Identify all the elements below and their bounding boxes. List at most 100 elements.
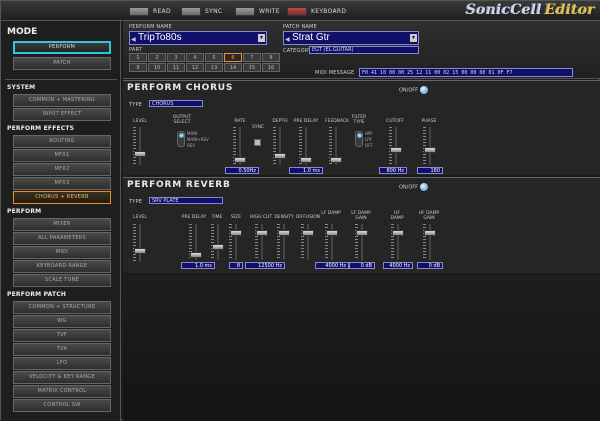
fader-handle[interactable] bbox=[424, 230, 436, 236]
reverb-size-fader[interactable] bbox=[229, 224, 243, 260]
reverb-highcut-value[interactable]: 12500 Hz bbox=[245, 262, 285, 269]
part-button[interactable]: 9 bbox=[129, 63, 147, 72]
chorus-level-fader[interactable] bbox=[133, 127, 147, 165]
routing-button[interactable]: ROUTING bbox=[13, 135, 111, 148]
part-button[interactable]: 12 bbox=[186, 63, 204, 72]
fader-handle[interactable] bbox=[234, 157, 246, 163]
chorus-output-switch[interactable] bbox=[177, 131, 185, 147]
fader-handle[interactable] bbox=[134, 151, 146, 157]
part-button[interactable]: 5 bbox=[205, 53, 223, 62]
fader-handle[interactable] bbox=[424, 147, 436, 153]
chorus-phase-value[interactable]: 180 bbox=[417, 167, 443, 174]
all-parameters-button[interactable]: ALL PARAMETERS bbox=[13, 232, 111, 245]
chorus-cutoff-fader[interactable] bbox=[389, 127, 403, 165]
fader-handle[interactable] bbox=[256, 230, 268, 236]
common-structure-button[interactable]: COMMON + STRUCTURE bbox=[13, 301, 111, 314]
mfx2-button[interactable]: MFX2 bbox=[13, 163, 111, 176]
mode-perform-button[interactable]: PERFORM bbox=[13, 41, 111, 54]
reverb-onoff-toggle[interactable]: ON/OFF bbox=[399, 183, 429, 191]
chorus-rate-value[interactable]: 0.50Hz bbox=[225, 167, 259, 174]
read-button[interactable]: READ bbox=[129, 5, 171, 17]
part-button[interactable]: 16 bbox=[262, 63, 280, 72]
part-button[interactable]: 11 bbox=[167, 63, 185, 72]
reverb-hfdamp-value[interactable]: 4000 Hz bbox=[383, 262, 413, 269]
keyboard-range-button[interactable]: KEYBOARD RANGE bbox=[13, 260, 111, 273]
fader-handle[interactable] bbox=[356, 230, 368, 236]
patch-name-field[interactable]: ◀ Strat Gtr ▼ bbox=[283, 31, 419, 45]
part-button-selected[interactable]: 6 bbox=[224, 53, 242, 62]
chorus-feedback-fader[interactable] bbox=[329, 127, 343, 165]
keyboard-button[interactable]: KEYBOARD bbox=[287, 5, 346, 17]
tva-button[interactable]: TVA bbox=[13, 343, 111, 356]
fader-handle[interactable] bbox=[330, 157, 342, 163]
mode-patch-button[interactable]: PATCH bbox=[13, 57, 111, 70]
wg-button[interactable]: WG bbox=[13, 315, 111, 328]
arrow-left-icon[interactable]: ◀ bbox=[131, 34, 136, 46]
fader-handle[interactable] bbox=[274, 153, 286, 159]
reverb-highcut-fader[interactable] bbox=[255, 224, 269, 260]
sync-button[interactable]: SYNC bbox=[181, 5, 222, 17]
part-button[interactable]: 14 bbox=[224, 63, 242, 72]
category-select[interactable]: EGT (EL.GUITAR) bbox=[309, 46, 419, 54]
chorus-type-select[interactable]: CHORUS bbox=[149, 100, 203, 107]
mfx1-button[interactable]: MFX1 bbox=[13, 149, 111, 162]
mixer-button[interactable]: MIXER bbox=[13, 218, 111, 231]
reverb-lfdampgain-fader[interactable] bbox=[355, 224, 369, 260]
reverb-lfdampgain-value[interactable]: 0 dB bbox=[349, 262, 375, 269]
part-button[interactable]: 4 bbox=[186, 53, 204, 62]
mfx3-button[interactable]: MFX3 bbox=[13, 177, 111, 190]
chorus-onoff-toggle[interactable]: ON/OFF bbox=[399, 86, 429, 94]
part-button[interactable]: 10 bbox=[148, 63, 166, 72]
part-button[interactable]: 3 bbox=[167, 53, 185, 62]
fader-handle[interactable] bbox=[230, 230, 242, 236]
arrow-left-icon[interactable]: ◀ bbox=[285, 34, 290, 46]
reverb-hfdamp-fader[interactable] bbox=[391, 224, 405, 260]
fader-handle[interactable] bbox=[190, 252, 202, 258]
reverb-onoff-knob-icon[interactable] bbox=[420, 183, 429, 191]
reverb-lfdamp-fader[interactable] bbox=[325, 224, 339, 260]
part-button[interactable]: 7 bbox=[243, 53, 261, 62]
velocity-key-range-button[interactable]: VELOCITY & KEY RANGE bbox=[13, 371, 111, 384]
input-effect-button[interactable]: INPUT EFFECT bbox=[13, 108, 111, 121]
fader-handle[interactable] bbox=[392, 230, 404, 236]
part-button[interactable]: 8 bbox=[262, 53, 280, 62]
chorus-reverb-button[interactable]: CHORUS + REVERB bbox=[13, 191, 111, 204]
part-button[interactable]: 13 bbox=[205, 63, 223, 72]
chorus-onoff-knob-icon[interactable] bbox=[420, 86, 429, 94]
reverb-type-select[interactable]: SRV PLATE bbox=[149, 197, 223, 204]
tvf-button[interactable]: TVF bbox=[13, 329, 111, 342]
reverb-size-value[interactable]: 8 bbox=[229, 262, 243, 269]
fader-handle[interactable] bbox=[390, 147, 402, 153]
chorus-depth-fader[interactable] bbox=[273, 127, 287, 165]
dropdown-icon[interactable]: ▼ bbox=[410, 34, 417, 42]
reverb-level-fader[interactable] bbox=[133, 224, 147, 262]
reverb-hfdampgain-value[interactable]: 0 dB bbox=[417, 262, 443, 269]
scale-tune-button[interactable]: SCALE TUNE bbox=[13, 274, 111, 287]
reverb-predelay-fader[interactable] bbox=[189, 224, 203, 260]
chorus-phase-fader[interactable] bbox=[423, 127, 437, 165]
reverb-lfdamp-value[interactable]: 4000 Hz bbox=[315, 262, 349, 269]
midi-button[interactable]: MIDI bbox=[13, 246, 111, 259]
lfo-button[interactable]: LFO bbox=[13, 357, 111, 370]
reverb-hfdampgain-fader[interactable] bbox=[423, 224, 437, 260]
part-button[interactable]: 15 bbox=[243, 63, 261, 72]
reverb-predelay-value[interactable]: 1.0 ms bbox=[181, 262, 215, 269]
fader-handle[interactable] bbox=[278, 230, 290, 236]
reverb-time-fader[interactable] bbox=[211, 224, 225, 260]
chorus-rate-fader[interactable] bbox=[233, 127, 247, 165]
reverb-diffusion-fader[interactable] bbox=[301, 224, 315, 260]
part-button[interactable]: 1 bbox=[129, 53, 147, 62]
part-button[interactable]: 2 bbox=[148, 53, 166, 62]
fader-handle[interactable] bbox=[134, 248, 146, 254]
chorus-sync-checkbox[interactable] bbox=[254, 139, 261, 146]
chorus-predelay-value[interactable]: 1.0 ms bbox=[289, 167, 323, 174]
chorus-predelay-fader[interactable] bbox=[299, 127, 313, 165]
perform-name-field[interactable]: ◀ TripTo80s ▼ bbox=[129, 31, 267, 45]
matrix-control-button[interactable]: MATRIX CONTROL bbox=[13, 385, 111, 398]
fader-handle[interactable] bbox=[212, 244, 224, 250]
fader-handle[interactable] bbox=[326, 230, 338, 236]
fader-handle[interactable] bbox=[300, 157, 312, 163]
reverb-density-fader[interactable] bbox=[277, 224, 291, 260]
dropdown-icon[interactable]: ▼ bbox=[258, 34, 265, 42]
write-button[interactable]: WRITE bbox=[235, 5, 280, 17]
